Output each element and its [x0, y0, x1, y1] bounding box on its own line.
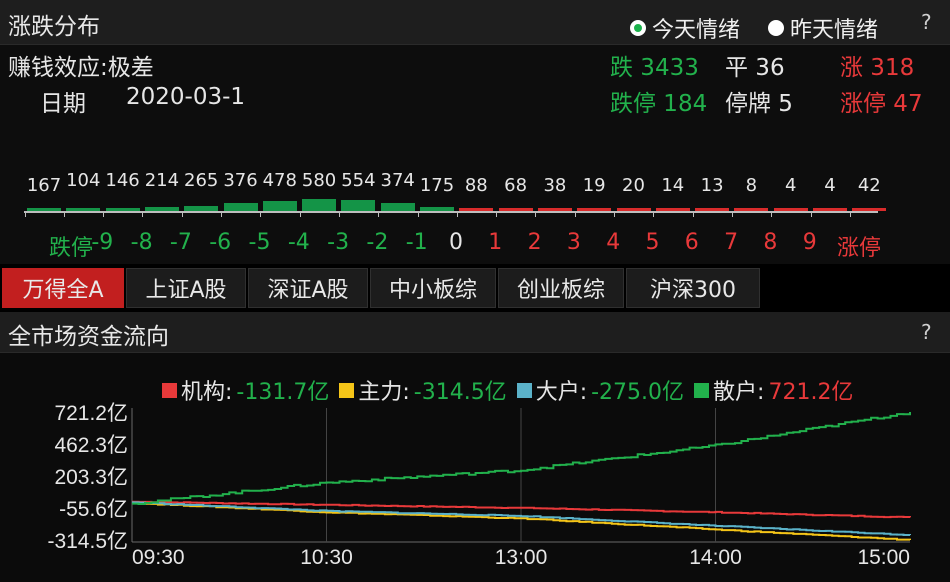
- dist-value: 13: [700, 175, 724, 196]
- dist-value: 214: [144, 170, 180, 191]
- dist-value: 580: [301, 170, 337, 191]
- y-tick-label: 721.2亿: [54, 402, 128, 425]
- dist-value: 20: [622, 175, 645, 196]
- fund-flow-header: 全市场资金流向 ?: [0, 312, 950, 353]
- dist-value: 14: [661, 175, 685, 196]
- radio-today-label: 今天情绪: [652, 18, 741, 43]
- x-tick-label: 14:00: [689, 546, 742, 569]
- help-icon[interactable]: ?: [921, 320, 932, 344]
- y-tick-label: -55.6亿: [59, 498, 128, 521]
- dist-value: 376: [223, 170, 258, 191]
- y-tick-label: 462.3亿: [54, 434, 128, 457]
- radio-yesterday[interactable]: 昨天情绪: [768, 12, 878, 44]
- dist-value: 554: [341, 170, 376, 191]
- dist-value: 478: [262, 170, 297, 191]
- up-count: 涨 318: [840, 55, 915, 81]
- down-count: 跌 3433: [610, 55, 699, 81]
- dist-label: -2: [366, 230, 389, 255]
- dist-label: 6: [684, 230, 699, 255]
- dist-label: 5: [645, 230, 660, 255]
- radio-today[interactable]: 今天情绪: [630, 12, 740, 44]
- dist-label: -5: [248, 230, 271, 255]
- dist-value: 4: [784, 175, 797, 196]
- dist-label: 4: [606, 230, 621, 255]
- dist-label: 3: [566, 230, 581, 255]
- x-tick-label: 09:30: [132, 546, 185, 569]
- x-tick-label: 10:30: [300, 546, 353, 569]
- distribution-axis: [24, 211, 878, 213]
- y-tick-label: 203.3亿: [54, 466, 128, 489]
- dist-value: 265: [184, 170, 219, 191]
- panel-title: 涨跌分布: [8, 14, 100, 40]
- dist-value: 104: [66, 170, 101, 191]
- dist-label: -8: [130, 230, 153, 255]
- tab-5[interactable]: 沪深300: [626, 268, 760, 308]
- limit-up-count: 涨停 47: [840, 91, 923, 117]
- dist-value: 4: [824, 175, 836, 196]
- suspended-count: 停牌 5: [725, 91, 793, 117]
- dist-label: 1: [488, 230, 503, 255]
- tab-3[interactable]: 中小板综: [370, 268, 496, 308]
- radio-yesterday-label: 昨天情绪: [790, 18, 879, 43]
- tab-2[interactable]: 深证A股: [248, 268, 368, 308]
- date-value: 2020-03-1: [126, 84, 246, 110]
- radio-selected-icon: [630, 20, 646, 36]
- help-icon[interactable]: ?: [921, 10, 932, 34]
- dist-value: 8: [745, 175, 758, 196]
- dist-value: 167: [26, 175, 62, 196]
- dist-value: 175: [419, 175, 455, 196]
- x-tick-label: 13:00: [495, 546, 548, 569]
- dist-label: -4: [287, 230, 310, 255]
- limit-down-count: 跌停 184: [610, 91, 708, 117]
- dist-bar: [262, 201, 297, 211]
- y-tick-label: -314.5亿: [47, 530, 128, 553]
- dist-label: 2: [527, 230, 542, 255]
- dist-value: 68: [504, 175, 528, 196]
- dist-label: 7: [724, 230, 739, 255]
- dist-value: 42: [857, 175, 881, 196]
- x-tick-label: 15:00: [857, 546, 910, 569]
- dist-value: 19: [582, 175, 606, 196]
- money-effect: 赚钱效应:极差: [8, 55, 154, 81]
- tab-1[interactable]: 上证A股: [126, 268, 246, 308]
- dist-value: 374: [380, 170, 415, 191]
- dist-bar: [341, 200, 376, 211]
- fund-flow-title: 全市场资金流向: [8, 324, 169, 350]
- fund-flow-chart: 721.2亿 462.3亿 203.3亿 -55.6亿 -314.5亿09:30 10:3…: [47, 402, 911, 569]
- dist-label: -7: [169, 230, 192, 255]
- dist-bar: [223, 203, 258, 211]
- tab-0[interactable]: 万得全A: [2, 268, 124, 308]
- dist-label: 涨停: [837, 236, 882, 261]
- dist-label: -1: [405, 230, 428, 255]
- dist-label: 9: [802, 230, 817, 255]
- date-label: 日期: [40, 91, 86, 117]
- dist-value: 146: [105, 170, 140, 191]
- dist-value: 38: [543, 175, 567, 196]
- distribution-header: 涨跌分布 今天情绪 昨天情绪 ?: [0, 0, 950, 45]
- dist-label: 8: [763, 230, 778, 255]
- dist-label: 0: [449, 230, 463, 255]
- dist-label: -6: [209, 230, 232, 255]
- tab-4[interactable]: 创业板综: [498, 268, 624, 308]
- dist-value: 88: [464, 175, 488, 196]
- dist-bar: [380, 203, 415, 211]
- flat-count: 平 36: [725, 55, 785, 81]
- dist-bar: [302, 199, 337, 211]
- radio-unselected-icon: [768, 20, 784, 36]
- dist-label: -9: [91, 230, 114, 255]
- dist-label: -3: [327, 230, 350, 255]
